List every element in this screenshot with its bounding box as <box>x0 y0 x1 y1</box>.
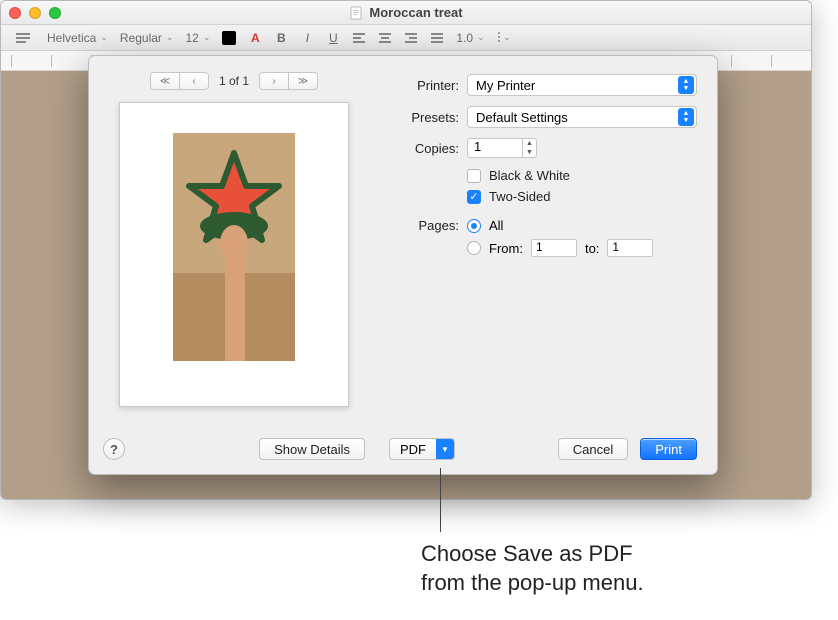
two-sided-checkbox[interactable]: ✓ <box>467 190 481 204</box>
callout-leader-line <box>440 468 441 532</box>
copies-input[interactable]: 1 <box>467 138 523 158</box>
list-style-button[interactable]: ⌄ <box>497 32 511 43</box>
align-right-button[interactable] <box>404 33 418 43</box>
stepper-arrows[interactable]: ▲▼ <box>523 138 537 158</box>
pager-first-button[interactable]: ≪ <box>150 72 180 90</box>
print-dialog: ≪ ‹ 1 of 1 › ≫ <box>88 55 718 475</box>
chevron-down-icon: ⌄ <box>166 32 174 43</box>
pages-all-radio[interactable] <box>467 219 481 233</box>
copies-stepper[interactable]: 1 ▲▼ <box>467 138 537 158</box>
printer-select[interactable]: My Printer ▲▼ <box>467 74 697 96</box>
cancel-button[interactable]: Cancel <box>558 438 628 460</box>
bold-button[interactable]: B <box>274 31 288 45</box>
underline-button[interactable]: U <box>326 31 340 45</box>
show-details-button[interactable]: Show Details <box>259 438 365 460</box>
document-title: Moroccan treat <box>369 5 462 20</box>
print-preview-page <box>119 102 349 407</box>
font-family-select[interactable]: Helvetica⌄ <box>47 31 108 45</box>
pages-from-input[interactable]: 1 <box>531 239 577 257</box>
updown-icon: ▲▼ <box>678 76 694 94</box>
align-justify-button[interactable] <box>430 33 444 43</box>
black-white-checkbox[interactable] <box>467 169 481 183</box>
printer-label: Printer: <box>389 78 459 93</box>
align-left-button[interactable] <box>352 33 366 43</box>
print-options-pane: Printer: My Printer ▲▼ Presets: Default … <box>379 56 717 474</box>
pages-to-input[interactable]: 1 <box>607 239 653 257</box>
chevron-down-icon: ⌄ <box>100 32 108 43</box>
text-color-strike-icon[interactable]: A <box>248 31 262 45</box>
help-button[interactable]: ? <box>103 438 125 460</box>
print-preview-pane: ≪ ‹ 1 of 1 › ≫ <box>89 56 379 474</box>
presets-select[interactable]: Default Settings ▲▼ <box>467 106 697 128</box>
titlebar: Moroccan treat <box>1 1 811 25</box>
italic-button[interactable]: I <box>300 31 314 45</box>
document-icon <box>349 6 363 20</box>
chevron-down-icon: ▼ <box>436 439 454 459</box>
black-white-label: Black & White <box>489 168 570 183</box>
pages-label: Pages: <box>389 218 459 233</box>
callout-text: Choose Save as PDF from the pop-up menu. <box>421 540 644 597</box>
pdf-popup-button[interactable]: PDF ▼ <box>389 438 455 460</box>
preview-image <box>173 133 295 361</box>
format-toolbar: Helvetica⌄ Regular⌄ 12⌄ A B I U 1.0⌄ ⌄ <box>1 25 811 51</box>
pager-last-button[interactable]: ≫ <box>288 72 318 90</box>
updown-icon: ▲▼ <box>678 108 694 126</box>
font-style-select[interactable]: Regular⌄ <box>120 31 174 45</box>
line-spacing-select[interactable]: 1.0⌄ <box>456 31 484 45</box>
preview-pager: ≪ ‹ 1 of 1 › ≫ <box>103 72 365 90</box>
print-button[interactable]: Print <box>640 438 697 460</box>
pages-range-radio[interactable] <box>467 241 481 255</box>
pager-label: 1 of 1 <box>219 74 249 88</box>
chevron-down-icon: ⌄ <box>503 32 511 43</box>
window-title: Moroccan treat <box>1 5 811 20</box>
font-size-select[interactable]: 12⌄ <box>185 31 210 45</box>
pager-next-button[interactable]: › <box>259 72 289 90</box>
text-color-button[interactable] <box>222 31 236 45</box>
presets-label: Presets: <box>389 110 459 125</box>
copies-label: Copies: <box>389 141 459 156</box>
pages-to-label: to: <box>585 241 599 256</box>
two-sided-label: Two-Sided <box>489 189 550 204</box>
chevron-down-icon: ⌄ <box>203 32 211 43</box>
pager-prev-button[interactable]: ‹ <box>179 72 209 90</box>
align-center-button[interactable] <box>378 33 392 43</box>
paragraph-styles-button[interactable] <box>11 29 35 47</box>
pages-all-label: All <box>489 218 503 233</box>
pages-from-label: From: <box>489 241 523 256</box>
chevron-down-icon: ⌄ <box>477 32 485 43</box>
